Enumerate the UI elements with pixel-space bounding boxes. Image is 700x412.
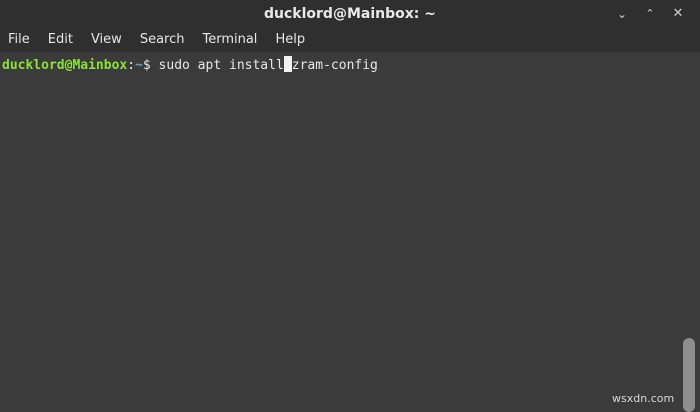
menu-file[interactable]: File bbox=[0, 28, 39, 52]
menu-view[interactable]: View bbox=[82, 28, 131, 52]
watermark: wsxdn.com bbox=[612, 392, 675, 405]
text-cursor bbox=[283, 56, 292, 72]
menu-terminal[interactable]: Terminal bbox=[193, 28, 266, 52]
menu-search[interactable]: Search bbox=[131, 28, 194, 52]
prompt-user: ducklord@Mainbox bbox=[2, 58, 128, 73]
minimize-button[interactable]: ⌄ bbox=[612, 4, 632, 24]
prompt-path: ~ bbox=[135, 58, 143, 73]
chevron-down-icon: ⌄ bbox=[616, 7, 628, 21]
command-line[interactable]: ducklord@Mainbox:~$ sudo apt install zram… bbox=[2, 56, 378, 74]
title-bar[interactable]: ducklord@Mainbox: ~ ⌄ ⌃ ✕ bbox=[0, 0, 700, 28]
terminal-window: ducklord@Mainbox: ~ ⌄ ⌃ ✕ File Edit View… bbox=[0, 0, 700, 412]
prompt-separator: : bbox=[127, 58, 136, 73]
command-text: sudo apt install bbox=[158, 58, 284, 73]
menu-help[interactable]: Help bbox=[266, 28, 314, 52]
window-title: ducklord@Mainbox: ~ bbox=[264, 6, 436, 22]
maximize-button[interactable]: ⌃ bbox=[640, 4, 660, 24]
menu-bar: File Edit View Search Terminal Help bbox=[0, 28, 700, 52]
menu-edit[interactable]: Edit bbox=[39, 28, 82, 52]
command-text-after-cursor: zram-config bbox=[291, 58, 378, 73]
scrollbar-thumb[interactable] bbox=[683, 338, 695, 412]
close-icon: ✕ bbox=[672, 6, 684, 21]
close-button[interactable]: ✕ bbox=[668, 4, 688, 24]
prompt-symbol: $ bbox=[142, 58, 159, 73]
chevron-up-icon: ⌃ bbox=[645, 7, 655, 20]
terminal-output[interactable]: ducklord@Mainbox:~$ sudo apt install zram… bbox=[0, 52, 684, 412]
